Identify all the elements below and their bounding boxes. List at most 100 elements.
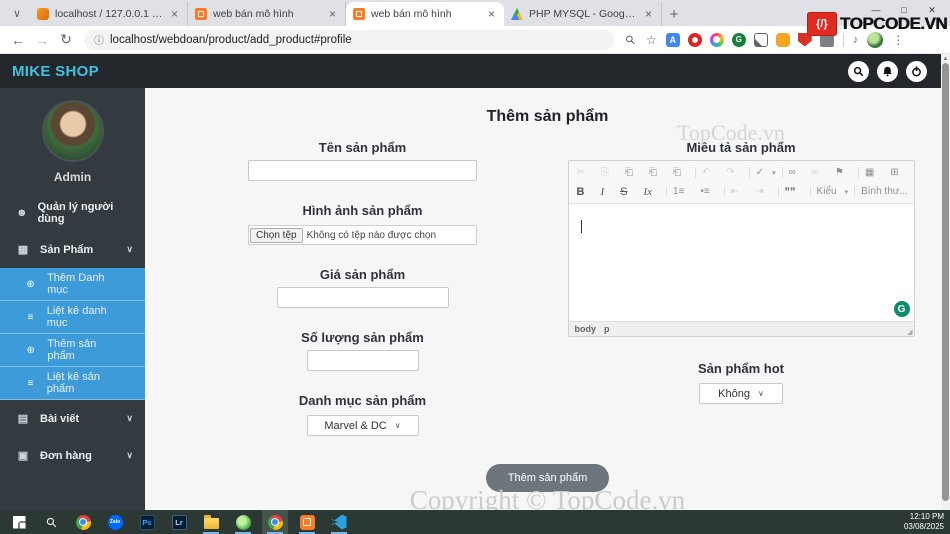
name-input[interactable] <box>248 160 477 181</box>
site-info-icon[interactable]: ⓘ <box>94 32 104 47</box>
xampp-icon[interactable] <box>294 510 320 534</box>
cut-icon[interactable]: ✂ <box>573 167 597 178</box>
zoom-icon[interactable]: ⚲ <box>622 32 640 48</box>
screenshot-extension-icon[interactable] <box>753 32 768 47</box>
hot-select-value: Không <box>718 387 750 400</box>
editor-toolbar-row2: BISIx1≡•≡⇤⇥””Kiểu▾Bình thư...▾? <box>573 182 910 201</box>
bookmark-star-icon[interactable]: ☆ <box>646 33 657 47</box>
path-element[interactable]: p <box>604 324 610 334</box>
strikethrough-icon[interactable]: S <box>616 186 639 198</box>
rich-text-editor: ✂⎘⎗⎗⎗↶↷✓▾∞∞⚑▦⊞≡Ω⊡▣ Mã HTML BISIx1≡•≡⇤⇥””… <box>567 160 915 337</box>
resize-handle[interactable]: ◢ <box>907 328 912 336</box>
qty-label: Số lượng sản phẩm <box>301 330 424 345</box>
styles-dropdown[interactable]: Kiểu ▾ <box>809 186 853 197</box>
paragraph-format-dropdown[interactable]: Bình thư...▾ <box>854 186 909 197</box>
browser-tab[interactable]: web bán mô hình × <box>188 2 346 26</box>
file-explorer-icon[interactable] <box>198 510 224 534</box>
sidebar-item[interactable]: ▣ Đơn hàng ∨ <box>0 437 145 474</box>
url-text[interactable]: localhost/webdoan/product/add_product#pr… <box>110 34 352 46</box>
zalo-icon[interactable]: Zalo <box>102 510 128 534</box>
reload-icon[interactable]: ↻ <box>56 31 76 48</box>
chrome-active-icon[interactable] <box>262 510 288 534</box>
path-element[interactable]: body <box>575 324 597 334</box>
translate-extension-icon[interactable]: A <box>665 32 680 47</box>
address-bar[interactable]: ⓘ localhost/webdoan/product/add_product#… <box>84 29 614 50</box>
browser-tab[interactable]: web bán mô hình × <box>346 2 504 26</box>
search-icon[interactable] <box>848 60 869 82</box>
page-scrollbar[interactable]: ▲ <box>941 54 950 510</box>
bold-icon[interactable]: B <box>573 186 597 198</box>
scroll-up-icon[interactable]: ▲ <box>941 54 950 63</box>
unordered-list-icon[interactable]: •≡ <box>696 186 721 197</box>
image-icon[interactable]: ▦ <box>857 167 886 178</box>
grammarly-extension-icon[interactable]: G <box>731 32 746 47</box>
spellcheck-icon[interactable]: ✓ ▾ <box>748 167 780 178</box>
tab-close-icon[interactable]: × <box>643 7 654 21</box>
web-page: MIKE SHOP Admin ☻ Quản lý người dùng ▦ S… <box>0 54 950 510</box>
link-icon[interactable]: ∞ <box>781 167 808 178</box>
sidebar-item[interactable]: ☻ Quản lý người dùng <box>0 194 145 231</box>
paste-plain-text-icon[interactable]: ⎗ <box>645 167 669 178</box>
green-app-icon[interactable] <box>230 510 256 534</box>
taskbar-clock[interactable]: 12:10 PM 03/08/2025 <box>904 510 944 534</box>
app-brand[interactable]: MIKE SHOP <box>0 63 145 80</box>
vscode-icon[interactable] <box>326 510 352 534</box>
photoshop-icon[interactable]: Ps <box>134 510 160 534</box>
sidebar-item[interactable]: ≡ Liệt kê sản phẩm <box>0 367 145 400</box>
unlink-icon[interactable]: ∞ <box>808 167 831 178</box>
sidebar-item[interactable]: ⊕ Thêm Danh mục <box>0 268 145 301</box>
sidebar-item-label: Bài viết <box>40 412 80 425</box>
editor-content-area[interactable]: G <box>568 204 914 321</box>
power-icon[interactable] <box>906 60 927 82</box>
taskbar-icons: ⚲ Zalo Ps Lr <box>6 510 352 534</box>
tab-search-icon[interactable]: ∨ <box>6 2 28 24</box>
form-left-column: Tên sản phẩm Hình ảnh sản phẩm Chọn tệp … <box>185 140 540 436</box>
indent-icon[interactable]: ⇥ <box>751 186 775 197</box>
price-input[interactable] <box>276 287 449 308</box>
back-icon[interactable]: ← <box>8 32 28 48</box>
sidebar-item[interactable]: ≡ Liệt kê danh mục <box>0 301 145 334</box>
color-ring-extension-icon[interactable] <box>709 32 724 47</box>
clock-time: 12:10 PM <box>909 512 944 521</box>
browser-tab[interactable]: localhost / 127.0.0.1 / webdoan / × <box>30 2 188 26</box>
sidebar-item[interactable]: ▤ Bài viết ∨ <box>0 400 145 437</box>
table-icon[interactable]: ⊞ <box>886 167 909 178</box>
outdent-icon[interactable]: ⇤ <box>723 186 751 197</box>
sidebar-item[interactable]: ⊕ Thêm sản phẩm <box>0 334 145 367</box>
file-input[interactable]: Chọn tệp Không có tệp nào được chọn <box>248 225 477 245</box>
chrome-pinned-icon[interactable] <box>70 510 96 534</box>
tab-close-icon[interactable]: × <box>486 7 497 21</box>
remove-format-icon[interactable]: Ix <box>639 186 664 198</box>
tab-close-icon[interactable]: × <box>169 7 180 21</box>
redo-icon[interactable]: ↷ <box>722 167 746 178</box>
lightroom-icon[interactable]: Lr <box>166 510 192 534</box>
tab-close-icon[interactable]: × <box>327 7 338 21</box>
posts-icon: ▤ <box>17 413 29 425</box>
red-ring-extension-icon[interactable] <box>687 32 702 47</box>
ordered-list-icon[interactable]: 1≡ <box>666 186 696 197</box>
hot-select[interactable]: Không ∨ <box>699 383 783 404</box>
paste-from-word-icon[interactable]: ⎗ <box>669 167 693 178</box>
browser-tab[interactable]: PHP MYSQL - Google Drive × <box>504 2 662 26</box>
anchor-icon[interactable]: ⚑ <box>831 167 856 178</box>
bell-icon[interactable] <box>877 60 898 82</box>
qty-input[interactable] <box>306 350 419 371</box>
scrollbar-thumb[interactable] <box>942 63 949 501</box>
chevron-down-icon: ∨ <box>126 413 133 423</box>
blockquote-icon[interactable]: ”” <box>777 185 808 198</box>
sidebar: Admin ☻ Quản lý người dùng ▦ Sản Phẩm ∨ <box>0 88 145 510</box>
grammarly-icon[interactable]: G <box>893 301 910 317</box>
taskbar-search-icon[interactable]: ⚲ <box>38 510 64 534</box>
orange-extension-icon[interactable] <box>775 32 790 47</box>
sidebar-item[interactable]: ▦ Sản Phẩm ∨ <box>0 231 145 268</box>
copy-icon[interactable]: ⎘ <box>597 167 621 178</box>
forward-icon[interactable]: → <box>32 32 52 48</box>
italic-icon[interactable]: I <box>596 186 616 198</box>
new-tab-button[interactable]: + <box>662 2 686 26</box>
undo-icon[interactable]: ↶ <box>694 167 722 178</box>
list-products-icon: ≡ <box>27 377 34 389</box>
category-select[interactable]: Marvel & DC ∨ <box>306 415 419 436</box>
choose-file-button[interactable]: Chọn tệp <box>250 227 303 243</box>
paste-icon[interactable]: ⎗ <box>621 167 645 178</box>
start-button[interactable] <box>6 510 32 534</box>
